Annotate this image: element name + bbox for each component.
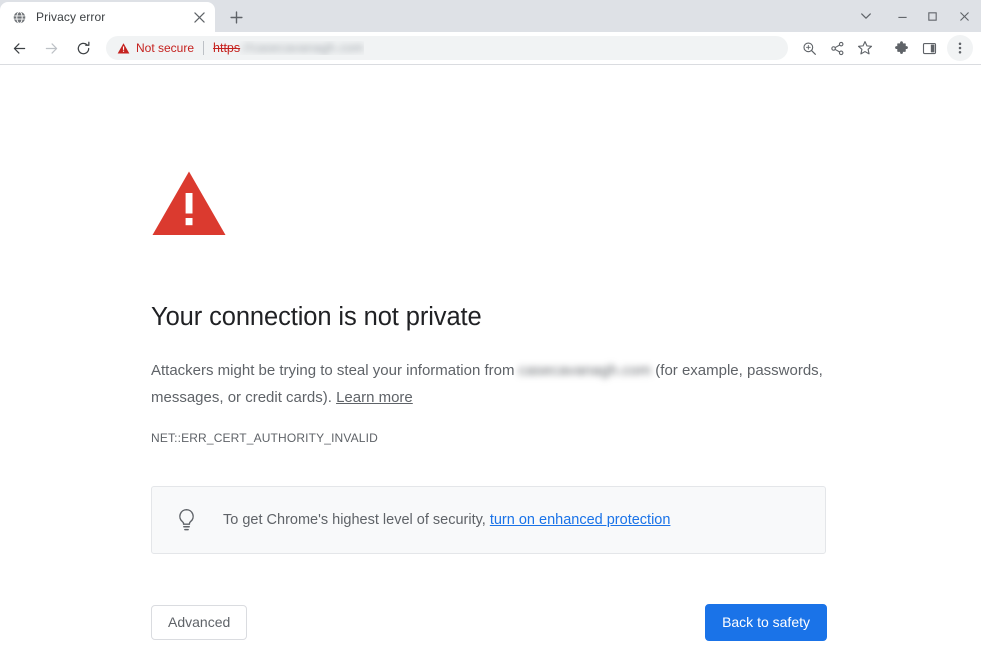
page-content: Your connection is not private Attackers… (0, 65, 981, 665)
close-tab-icon[interactable] (191, 9, 207, 25)
ssl-interstitial: Your connection is not private Attackers… (151, 169, 827, 641)
bookmark-star-icon[interactable] (852, 35, 878, 61)
close-window-button[interactable] (947, 0, 981, 32)
warning-triangle-icon (117, 42, 130, 55)
three-dot-menu-icon[interactable] (947, 35, 973, 61)
new-tab-button[interactable] (222, 3, 250, 31)
not-secure-label: Not secure (136, 41, 195, 55)
advanced-button[interactable]: Advanced (151, 604, 248, 640)
globe-icon (11, 9, 27, 25)
back-to-safety-button[interactable]: Back to safety (705, 603, 827, 641)
share-icon[interactable] (824, 35, 850, 61)
tab-search-button[interactable] (849, 0, 883, 32)
body-prefix: Attackers might be trying to steal your … (151, 361, 519, 379)
learn-more-link[interactable]: Learn more (336, 389, 413, 406)
url-host-blurred: ://casecavanagh.com (240, 41, 364, 55)
browser-tab[interactable]: Privacy error (0, 2, 215, 32)
back-button[interactable] (5, 34, 33, 62)
browser-toolbar: Not secure https://casecavanagh.com (0, 32, 981, 65)
forward-button[interactable] (37, 34, 65, 62)
side-panel-icon[interactable] (916, 35, 942, 61)
page-title: Your connection is not private (151, 303, 482, 331)
minimize-button[interactable] (887, 0, 917, 32)
enhanced-text-prefix: To get Chrome's highest level of securit… (223, 511, 490, 528)
omnibox[interactable]: Not secure https://casecavanagh.com (106, 36, 788, 60)
url-scheme: https (213, 41, 241, 55)
omnibox-divider (203, 41, 205, 55)
interstitial-buttons: Advanced Back to safety (151, 603, 827, 641)
zoom-icon[interactable] (796, 35, 822, 61)
interstitial-body: Attackers might be trying to steal your … (151, 357, 823, 411)
enhanced-protection-banner: To get Chrome's highest level of securit… (151, 485, 826, 554)
blurred-hostname: casecavanagh.com (518, 361, 652, 379)
lightbulb-icon (175, 508, 197, 532)
red-warning-triangle-icon (151, 169, 827, 243)
maximize-button[interactable] (917, 0, 947, 32)
window-controls (849, 0, 981, 32)
security-status[interactable]: Not secure (117, 41, 194, 55)
tab-strip: Privacy error (0, 0, 981, 32)
tab-title: Privacy error (36, 10, 106, 24)
browser-window: Privacy error Not secure https://caseca… (0, 0, 981, 665)
extensions-icon[interactable] (888, 35, 914, 61)
turn-on-enhanced-protection-link[interactable]: turn on enhanced protection (490, 512, 671, 528)
url-text[interactable]: https://casecavanagh.com (213, 41, 364, 55)
error-code: NET::ERR_CERT_AUTHORITY_INVALID (151, 430, 378, 445)
enhanced-protection-text: To get Chrome's highest level of securit… (223, 510, 670, 530)
reload-button[interactable] (69, 34, 97, 62)
